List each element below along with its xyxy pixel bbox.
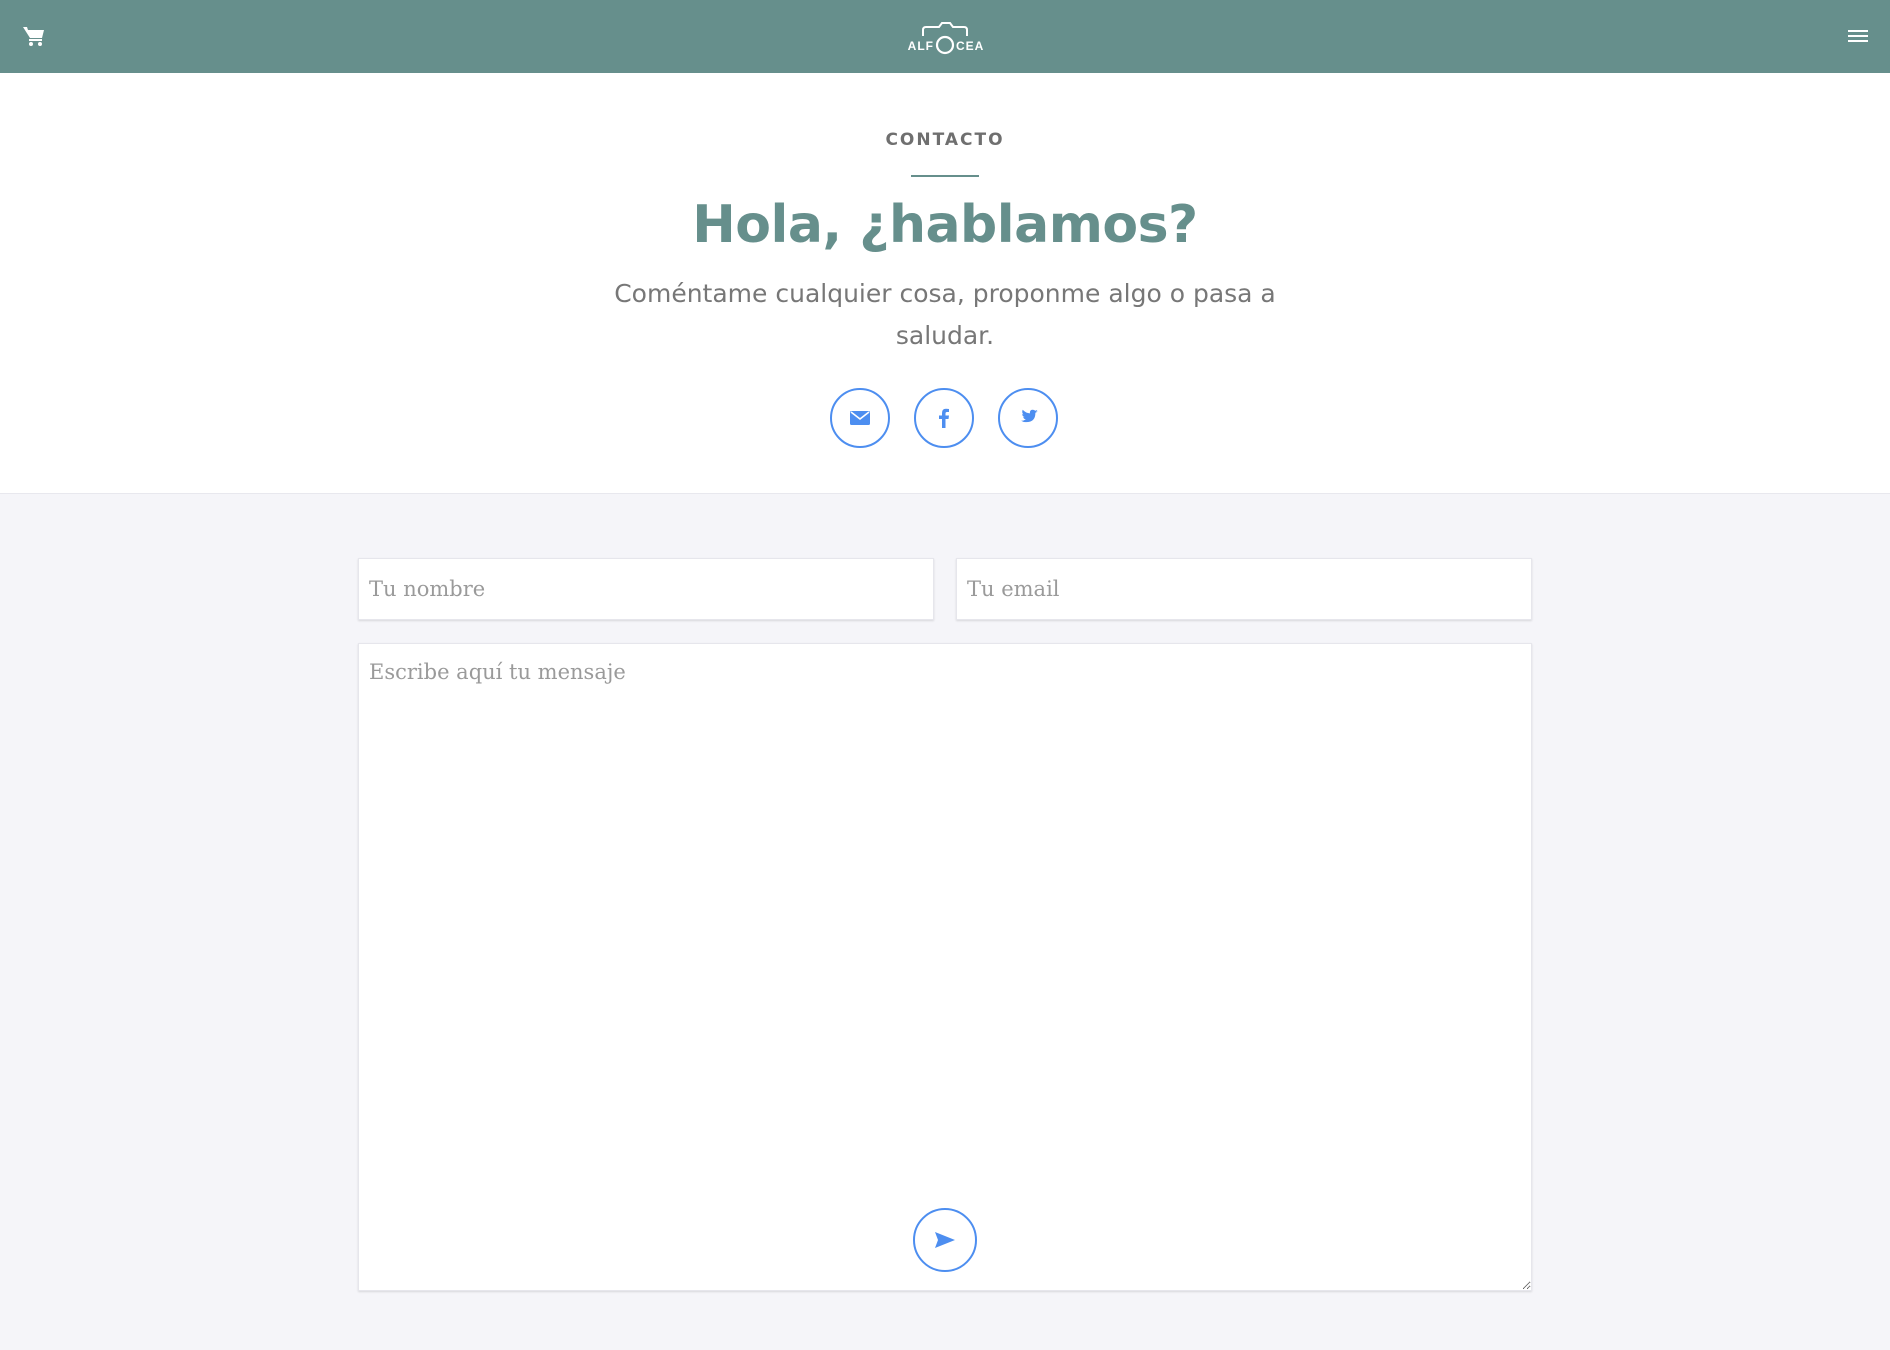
facebook-link[interactable]: [914, 388, 974, 448]
logo-text: ALFOCEA: [985, 20, 986, 21]
logo-text-left: ALF: [908, 39, 934, 53]
logo-camera-mark: ALF CEA: [908, 22, 984, 55]
cart-icon: [23, 27, 44, 46]
twitter-link[interactable]: [998, 388, 1058, 448]
logo-text-right: CEA: [956, 39, 984, 53]
cart-button[interactable]: [22, 24, 46, 48]
section-eyebrow: CONTACTO: [885, 130, 1005, 150]
hamburger-menu-icon: [1848, 30, 1868, 42]
menu-button[interactable]: [1846, 26, 1870, 46]
name-field[interactable]: [358, 558, 934, 620]
message-field[interactable]: [358, 643, 1532, 1291]
page-title: Hola, ¿hablamos?: [692, 195, 1198, 255]
facebook-icon: [939, 408, 949, 428]
send-button[interactable]: [913, 1208, 977, 1272]
page-subtitle: Coméntame cualquier cosa, proponme algo …: [614, 279, 1276, 350]
alfocea-logo[interactable]: ALF CEA ALFOCEA: [905, 20, 985, 56]
email-field[interactable]: [956, 558, 1532, 620]
eyebrow-divider: [911, 175, 979, 177]
contact-hero: CONTACTO Hola, ¿hablamos? Coméntame cual…: [0, 73, 1890, 494]
top-navigation-bar: ALF CEA ALFOCEA: [0, 0, 1890, 73]
send-icon: [935, 1232, 955, 1248]
mail-icon: [850, 411, 870, 425]
twitter-icon: [1020, 409, 1038, 423]
email-link[interactable]: [830, 388, 890, 448]
